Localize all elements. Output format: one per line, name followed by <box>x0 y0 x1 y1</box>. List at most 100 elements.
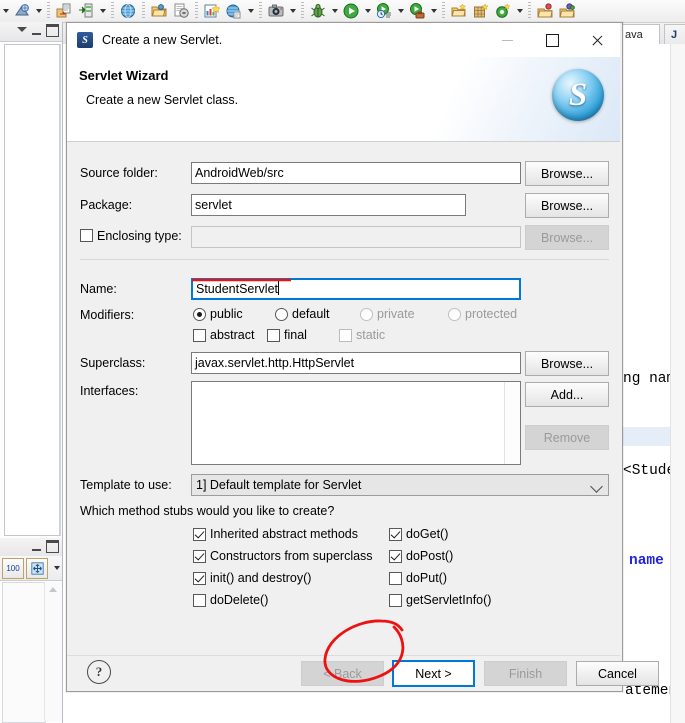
left-view-2-controls <box>32 540 59 553</box>
left-view-2-content[interactable] <box>2 582 46 723</box>
new-jsp-file-icon[interactable] <box>54 1 74 21</box>
modifier-radio-default[interactable] <box>275 308 288 321</box>
left-view-2-menu-chevron-icon[interactable] <box>51 558 62 578</box>
enclosing-type-checkbox[interactable] <box>80 229 93 242</box>
view-minimize-icon[interactable] <box>32 24 41 35</box>
help-glyph: ? <box>95 664 103 679</box>
left-view-titlebar <box>0 22 62 42</box>
view-menu-chevron-icon[interactable] <box>17 27 27 32</box>
stub-checkbox-dopost[interactable] <box>389 550 402 563</box>
dropdown-arrow-10[interactable] <box>514 1 525 21</box>
stub-label-constructors-from-superclass: Constructors from superclass <box>210 549 373 563</box>
class-name-input[interactable]: StudentServlet <box>191 278 521 300</box>
modifier-checkbox-final[interactable] <box>267 329 280 342</box>
code-text-fragment-2: <Stude <box>623 463 676 479</box>
source-folder-browse-button[interactable]: Browse... <box>525 161 609 186</box>
stub-checkbox-constructors-from-superclass[interactable] <box>193 550 206 563</box>
dropdown-arrow-1[interactable] <box>0 1 11 21</box>
stub-checkbox-doget[interactable] <box>389 528 402 541</box>
stub-label-doput: doPut() <box>406 571 447 585</box>
cancel-button[interactable]: Cancel <box>576 661 659 686</box>
interfaces-remove-label: Remove <box>543 430 591 445</box>
superclass-browse-button[interactable]: Browse... <box>525 351 609 376</box>
new-server-icon[interactable] <box>76 1 96 21</box>
new-report-icon[interactable] <box>202 1 222 21</box>
zoom-100-button[interactable]: 100 <box>2 557 24 579</box>
editor-overview-ruler[interactable] <box>670 44 685 723</box>
minimize-button[interactable] <box>485 23 530 57</box>
interfaces-scrollbar[interactable] <box>504 382 520 464</box>
toolbar-separator-6 <box>301 2 304 20</box>
publish-web-icon[interactable] <box>224 1 244 21</box>
open-folder-icon[interactable] <box>149 1 169 21</box>
maximize-button[interactable] <box>530 23 575 57</box>
dropdown-arrow-2[interactable] <box>33 1 44 21</box>
refresh-icon[interactable] <box>171 1 191 21</box>
box-purple-icon[interactable] <box>557 1 577 21</box>
dropdown-arrow-7[interactable] <box>362 1 373 21</box>
template-select[interactable]: 1] Default template for Servlet <box>191 474 609 496</box>
enclosing-type-browse-label: Browse... <box>540 230 594 245</box>
interfaces-add-button[interactable]: Add... <box>525 382 609 407</box>
left-view-2-scrollbar[interactable] <box>44 582 62 721</box>
close-icon <box>591 34 604 47</box>
view-maximize-icon[interactable] <box>46 24 59 37</box>
stub-checkbox-doput[interactable] <box>389 572 402 585</box>
web-browser-icon[interactable] <box>118 1 138 21</box>
section-divider-1 <box>80 259 609 260</box>
source-folder-input[interactable]: AndroidWeb/src <box>191 162 521 184</box>
left-view-content[interactable] <box>4 44 61 536</box>
dropdown-arrow-6[interactable] <box>329 1 340 21</box>
left-view-panel-2: 100 <box>0 538 63 723</box>
help-button[interactable]: ? <box>87 660 111 684</box>
screenshot-camera-icon[interactable] <box>266 1 286 21</box>
dropdown-arrow-3[interactable] <box>97 1 108 21</box>
stubs-question-label: Which method stubs would you like to cre… <box>80 504 335 518</box>
dialog-titlebar[interactable]: S Create a new Servlet. <box>67 23 620 57</box>
dropdown-arrow-9[interactable] <box>428 1 439 21</box>
view2-minimize-icon[interactable] <box>32 540 41 551</box>
modifier-label-default: default <box>292 307 330 321</box>
new-class-icon[interactable] <box>493 1 513 21</box>
left-view-controls <box>17 24 59 37</box>
modifier-checkbox-abstract[interactable] <box>193 329 206 342</box>
minimize-icon <box>502 39 513 41</box>
box-red-icon[interactable] <box>535 1 555 21</box>
back-button-label: < Back <box>323 666 362 681</box>
source-folder-browse-label: Browse... <box>540 166 594 181</box>
next-button[interactable]: Next > <box>392 660 475 687</box>
run-external-tools-icon[interactable] <box>407 1 427 21</box>
package-input[interactable]: servlet <box>191 194 466 216</box>
interfaces-listbox[interactable] <box>191 381 521 465</box>
new-java-project-icon[interactable] <box>449 1 469 21</box>
dropdown-arrow-8[interactable] <box>395 1 406 21</box>
close-button[interactable] <box>575 23 620 57</box>
stub-label-inherited-abstract-methods: Inherited abstract methods <box>210 527 358 541</box>
run-icon[interactable] <box>341 1 361 21</box>
stub-checkbox-dodelete[interactable] <box>193 594 206 607</box>
stub-checkbox-init-and-destroy[interactable] <box>193 572 206 585</box>
create-servlet-dialog: S Create a new Servlet. Servlet Wizard C… <box>66 22 659 692</box>
fit-to-window-button[interactable] <box>26 557 48 579</box>
editor-tab-label: ava <box>625 28 643 41</box>
run-history-icon[interactable] <box>374 1 394 21</box>
open-perspective-icon[interactable] <box>12 1 32 21</box>
editor-tab-next-partial[interactable]: J <box>664 24 685 44</box>
dropdown-arrow-5[interactable] <box>287 1 298 21</box>
scroll-up-arrow-icon[interactable] <box>49 587 57 592</box>
template-selected-value: 1] Default template for Servlet <box>196 478 362 492</box>
stub-checkbox-getservletinfo[interactable] <box>389 594 402 607</box>
debug-bug-icon[interactable] <box>308 1 328 21</box>
view2-maximize-icon[interactable] <box>46 540 59 553</box>
stub-checkbox-inherited-abstract-methods[interactable] <box>193 528 206 541</box>
dropdown-arrow-4[interactable] <box>245 1 256 21</box>
stub-label-init-and-destroy: init() and destroy() <box>210 571 312 585</box>
editor-tab-java-partial[interactable]: ava <box>618 24 660 44</box>
package-browse-button[interactable]: Browse... <box>525 193 609 218</box>
modifier-radio-public[interactable] <box>193 308 206 321</box>
servlet-app-icon: S <box>77 32 93 48</box>
next-button-label: Next > <box>415 666 452 681</box>
superclass-input[interactable]: javax.servlet.http.HttpServlet <box>191 352 521 374</box>
servlet-logo-letter: S <box>568 76 588 113</box>
new-package-icon[interactable] <box>471 1 491 21</box>
